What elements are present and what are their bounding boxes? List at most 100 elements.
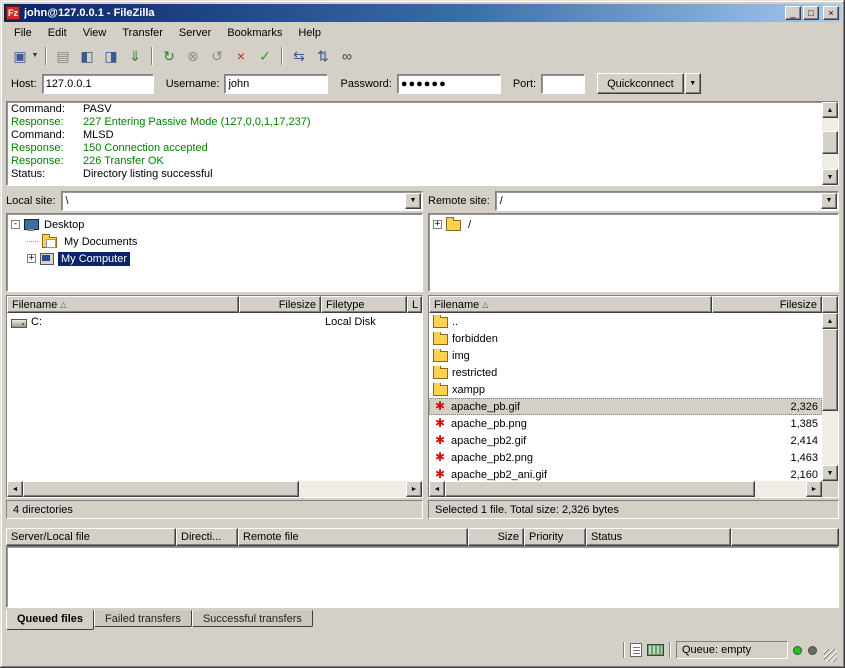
scroll-right-button[interactable] xyxy=(406,481,422,497)
site-manager-dropdown-button[interactable]: ▼ xyxy=(29,45,41,67)
scrollbar-track[interactable] xyxy=(822,118,838,169)
local-tree-item-desktop[interactable]: -Desktop xyxy=(9,216,420,233)
resize-grip[interactable] xyxy=(824,649,837,662)
scroll-left-button[interactable] xyxy=(7,481,23,497)
maximize-button[interactable]: □ xyxy=(803,6,819,20)
refresh-button[interactable]: ↻ xyxy=(157,45,181,67)
scrollbar-thumb[interactable] xyxy=(23,481,299,497)
statusbar-separator xyxy=(669,642,671,658)
tree-connector xyxy=(27,241,38,242)
toggle-transfer-queue-button[interactable]: ⇓ xyxy=(123,45,147,67)
column-header-label: Filename xyxy=(434,299,479,311)
port-input[interactable] xyxy=(541,74,585,94)
scroll-up-button[interactable] xyxy=(822,102,838,118)
password-input[interactable] xyxy=(397,74,501,94)
directory-row-item[interactable]: .. xyxy=(429,313,822,330)
column-header-filesize[interactable]: Filesize xyxy=(712,296,822,313)
directory-row-forbidden[interactable]: forbidden xyxy=(429,330,822,347)
expand-icon[interactable]: + xyxy=(27,254,36,263)
remote-vertical-scrollbar[interactable] xyxy=(822,313,838,481)
scrollbar-track[interactable] xyxy=(822,329,838,465)
expand-icon[interactable]: + xyxy=(433,220,442,229)
scrollbar-thumb[interactable] xyxy=(822,329,838,411)
process-queue-button[interactable]: ✓ xyxy=(253,45,277,67)
log-message: 150 Connection accepted xyxy=(83,142,208,155)
scrollbar-thumb[interactable] xyxy=(445,481,755,497)
menu-item-bookmarks[interactable]: Bookmarks xyxy=(219,25,290,41)
local-tree-item-my-computer[interactable]: +My Computer xyxy=(9,250,420,267)
local-horizontal-scrollbar[interactable] xyxy=(7,481,422,497)
scrollbar-thumb[interactable] xyxy=(822,131,838,154)
title-bar[interactable]: Fz john@127.0.0.1 - FileZilla _□× xyxy=(4,4,841,22)
local-file-row-c[interactable]: C:Local Disk xyxy=(7,313,422,330)
close-button[interactable]: × xyxy=(823,6,839,20)
toggle-message-log-button[interactable]: ▤ xyxy=(51,45,75,67)
collapse-icon[interactable]: - xyxy=(11,220,20,229)
directory-row-restricted[interactable]: restricted xyxy=(429,364,822,381)
scroll-right-button[interactable] xyxy=(806,481,822,497)
file-row-apache-pb2-png[interactable]: apache_pb2.png1,463 xyxy=(429,449,822,466)
file-row-apache-pb2-gif[interactable]: apache_pb2.gif2,414 xyxy=(429,432,822,449)
scroll-left-button[interactable] xyxy=(429,481,445,497)
log-vertical-scrollbar[interactable] xyxy=(822,102,838,185)
column-header-filename[interactable]: Filename△ xyxy=(429,296,712,313)
menu-item-edit[interactable]: Edit xyxy=(40,25,75,41)
menu-item-help[interactable]: Help xyxy=(290,25,329,41)
file-row-apache-pb-png[interactable]: apache_pb.png1,385 xyxy=(429,415,822,432)
menu-item-file[interactable]: File xyxy=(6,25,40,41)
disconnect-button[interactable]: ⊗ xyxy=(181,45,205,67)
remote-site-combo[interactable]: / ▼ xyxy=(495,191,839,211)
scroll-down-button[interactable] xyxy=(822,465,838,481)
scroll-up-button[interactable] xyxy=(822,313,838,329)
port-label: Port: xyxy=(513,78,536,90)
remote-horizontal-scrollbar[interactable] xyxy=(429,481,822,497)
remote-list-rows: ..forbiddenimgrestrictedxamppapache_pb.g… xyxy=(429,313,822,481)
log-line: Command:MLSD xyxy=(11,129,818,142)
menu-item-view[interactable]: View xyxy=(75,25,115,41)
remote-site-dropdown-button[interactable]: ▼ xyxy=(821,193,837,209)
column-header-filetype[interactable]: Filetype xyxy=(321,296,407,313)
column-header-filename[interactable]: Filename△ xyxy=(7,296,239,313)
column-header-remote-file[interactable]: Remote file xyxy=(238,528,468,546)
cell-filesize: 1,463 xyxy=(712,452,822,464)
folder-icon xyxy=(433,351,448,362)
column-header-size[interactable]: Size xyxy=(468,528,524,546)
column-header-l[interactable]: L xyxy=(407,296,422,313)
minimize-button[interactable]: _ xyxy=(785,6,801,20)
reconnect-button[interactable]: ↺ xyxy=(205,45,229,67)
local-site-combo[interactable]: \ ▼ xyxy=(61,191,423,211)
username-input[interactable] xyxy=(224,74,328,94)
tab-failed-transfers[interactable]: Failed transfers xyxy=(94,610,192,627)
quickconnect-button[interactable]: Quickconnect xyxy=(597,73,684,94)
menu-item-transfer[interactable]: Transfer xyxy=(114,25,171,41)
local-site-dropdown-button[interactable]: ▼ xyxy=(405,193,421,209)
file-row-apache-pb-gif[interactable]: apache_pb.gif2,326 xyxy=(429,398,822,415)
column-header-server-local-file[interactable]: Server/Local file xyxy=(6,528,176,546)
column-header-directi[interactable]: Directi... xyxy=(176,528,238,546)
toggle-local-tree-button[interactable]: ◧ xyxy=(75,45,99,67)
remote-tree-item-item[interactable]: +/ xyxy=(431,216,836,233)
quickconnect-dropdown-button[interactable]: ▼ xyxy=(685,73,701,94)
scrollbar-track[interactable] xyxy=(23,481,406,497)
tab-successful-transfers[interactable]: Successful transfers xyxy=(192,610,313,627)
tab-queued-files[interactable]: Queued files xyxy=(6,610,94,630)
synchronized-browsing-button[interactable]: ⇅ xyxy=(311,45,335,67)
scroll-down-button[interactable] xyxy=(822,169,838,185)
queue-body[interactable] xyxy=(6,546,839,608)
queue-status-text: Queue: empty xyxy=(682,644,751,656)
find-files-button[interactable]: ∞ xyxy=(335,45,359,67)
directory-comparison-button[interactable]: ⇆ xyxy=(287,45,311,67)
column-header-status[interactable]: Status xyxy=(586,528,731,546)
file-icon xyxy=(433,433,447,448)
scrollbar-track[interactable] xyxy=(445,481,806,497)
file-row-apache-pb2-ani-gif[interactable]: apache_pb2_ani.gif2,160 xyxy=(429,466,822,481)
local-tree-item-my-documents[interactable]: My Documents xyxy=(9,233,420,250)
menu-item-server[interactable]: Server xyxy=(171,25,219,41)
toggle-remote-tree-button[interactable]: ◨ xyxy=(99,45,123,67)
directory-row-xampp[interactable]: xampp xyxy=(429,381,822,398)
column-header-filesize[interactable]: Filesize xyxy=(239,296,321,313)
directory-row-img[interactable]: img xyxy=(429,347,822,364)
host-input[interactable] xyxy=(42,74,154,94)
cancel-button[interactable]: × xyxy=(229,45,253,67)
column-header-priority[interactable]: Priority xyxy=(524,528,586,546)
